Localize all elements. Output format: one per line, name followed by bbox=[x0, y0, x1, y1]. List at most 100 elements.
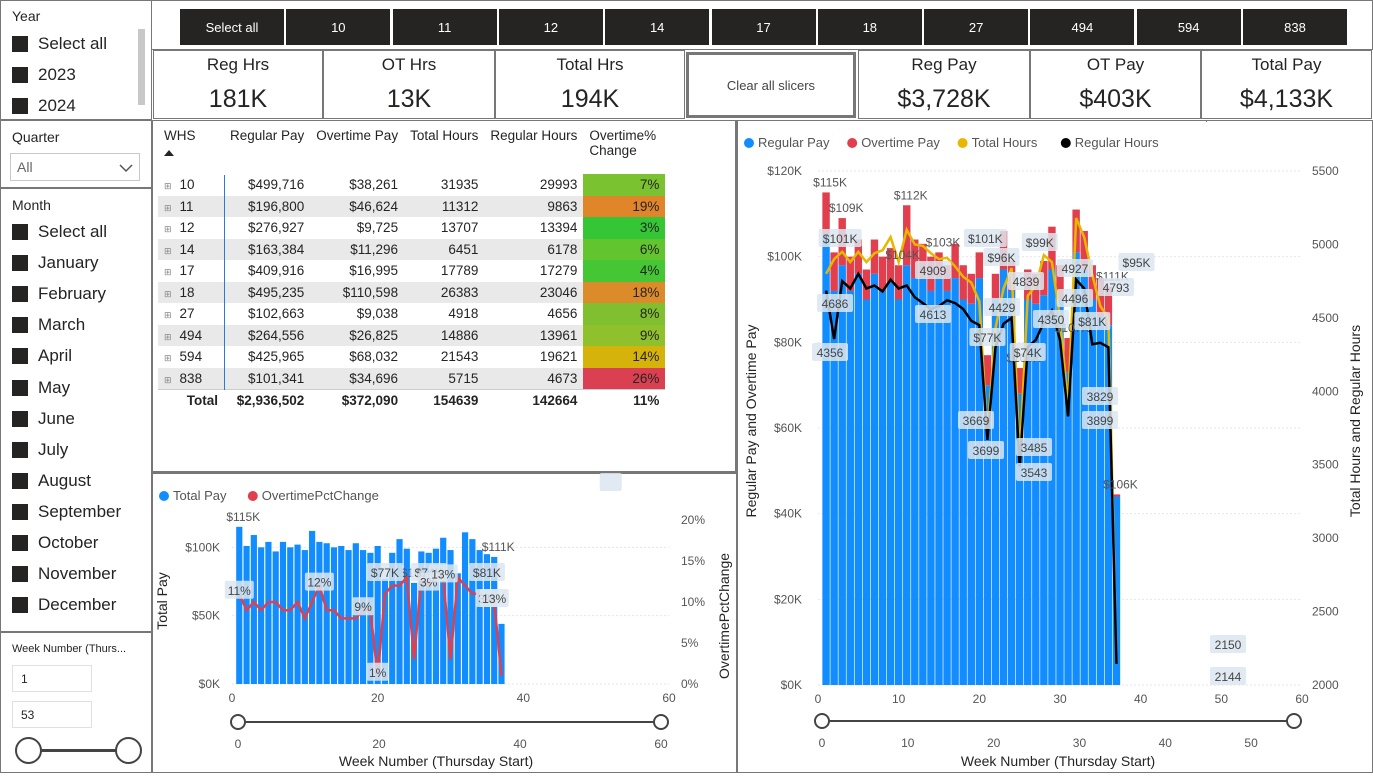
checkbox[interactable] bbox=[12, 503, 28, 520]
table-row[interactable]: ⊞ 594 $425,965 $68,032 21543 19621 14% bbox=[158, 346, 666, 368]
kpi-label: Reg Pay bbox=[911, 55, 977, 74]
year-option-2023[interactable]: 2023 bbox=[12, 64, 76, 86]
range-tick-label: 40 bbox=[513, 737, 527, 751]
legend-label: Regular Hours bbox=[1075, 135, 1159, 150]
warehouse-button-12[interactable]: 12 bbox=[498, 9, 603, 45]
warehouse-button-594[interactable]: 594 bbox=[1136, 9, 1241, 45]
col-header-overtime-pct[interactable]: Overtime% Change bbox=[583, 126, 665, 174]
col-header-regular-pay[interactable]: Regular Pay bbox=[224, 126, 310, 174]
table-row[interactable]: ⊞ 17 $409,916 $16,995 17789 17279 4% bbox=[158, 260, 666, 282]
x-tick-label: 60 bbox=[1295, 692, 1309, 706]
table-row[interactable]: ⊞ 838 $101,341 $34,696 5715 4673 26% bbox=[158, 367, 666, 389]
checkbox[interactable] bbox=[12, 441, 28, 458]
table-row[interactable]: ⊞ 11 $196,800 $46,624 11312 9863 19% bbox=[158, 195, 666, 217]
checkbox[interactable] bbox=[12, 566, 28, 583]
range-tick-label: 20 bbox=[987, 736, 1001, 750]
kpi-label: OT Pay bbox=[1086, 55, 1145, 74]
checkbox[interactable] bbox=[12, 317, 28, 334]
table-row[interactable]: ⊞ 14 $163,384 $11,296 6451 6178 6% bbox=[158, 238, 666, 260]
week-to-input[interactable]: 53 bbox=[12, 701, 92, 728]
checkbox[interactable] bbox=[12, 255, 28, 272]
expand-icon[interactable]: ⊞ bbox=[164, 224, 172, 234]
pct-data-label: 12% bbox=[307, 576, 331, 590]
warehouse-matrix: WHS Regular Pay Overtime Pay Total Hours… bbox=[158, 126, 666, 411]
table-row[interactable]: ⊞ 18 $495,235 $110,598 26383 23046 18% bbox=[158, 281, 666, 303]
table-row[interactable]: ⊞ 12 $276,927 $9,725 13707 13394 3% bbox=[158, 217, 666, 239]
range-end-handle[interactable] bbox=[1286, 713, 1302, 729]
month-option-select-all[interactable]: Select all bbox=[12, 221, 107, 243]
header-label: WHS bbox=[164, 128, 196, 143]
col-header-total-hours[interactable]: Total Hours bbox=[404, 126, 484, 174]
month-option-january[interactable]: January bbox=[12, 252, 98, 274]
cell-th: 14886 bbox=[404, 324, 485, 346]
table-row[interactable]: ⊞ 494 $264,556 $26,825 14886 13961 9% bbox=[158, 324, 666, 346]
warehouse-button-14[interactable]: 14 bbox=[605, 9, 710, 45]
month-option-october[interactable]: October bbox=[12, 532, 98, 554]
week-from-input[interactable]: 1 bbox=[12, 665, 92, 692]
expand-icon[interactable]: ⊞ bbox=[164, 246, 172, 256]
range-end-handle[interactable] bbox=[653, 714, 669, 730]
month-option-may[interactable]: May bbox=[12, 377, 70, 399]
month-option-august[interactable]: August bbox=[12, 470, 91, 492]
expand-icon[interactable]: ⊞ bbox=[164, 375, 172, 385]
clear-all-slicers-button[interactable]: Clear all slicers bbox=[686, 52, 856, 118]
year-scrollbar[interactable] bbox=[138, 29, 145, 105]
month-option-september[interactable]: September bbox=[12, 501, 121, 523]
col-header-overtime-pay[interactable]: Overtime Pay bbox=[310, 126, 404, 174]
warehouse-button-18[interactable]: 18 bbox=[817, 9, 922, 45]
year-option-2024[interactable]: 2024 bbox=[12, 95, 76, 117]
checkbox[interactable] bbox=[12, 36, 28, 52]
range-start-handle[interactable] bbox=[814, 713, 830, 729]
checkbox[interactable] bbox=[12, 597, 28, 614]
col-header-regular-hours[interactable]: Regular Hours bbox=[484, 126, 583, 174]
warehouse-button-10[interactable]: 10 bbox=[286, 9, 391, 45]
month-option-july[interactable]: July bbox=[12, 439, 68, 461]
cell-th: 21543 bbox=[440, 349, 479, 365]
month-option-february[interactable]: February bbox=[12, 283, 106, 305]
checkbox[interactable] bbox=[12, 472, 28, 489]
expand-icon[interactable]: ⊞ bbox=[164, 353, 172, 363]
month-option-march[interactable]: March bbox=[12, 314, 85, 336]
month-option-december[interactable]: December bbox=[12, 594, 116, 616]
warehouse-button-17[interactable]: 17 bbox=[711, 9, 816, 45]
kpi-total-pay: Total Pay $4,133K bbox=[1201, 50, 1372, 119]
bar-overtime-pay bbox=[975, 252, 984, 279]
total-pay-chart: Total Pay OvertimePctChange $0K $50K $100K 0%… bbox=[154, 473, 732, 769]
week-range-start-handle[interactable] bbox=[15, 737, 42, 764]
table-row[interactable]: ⊞ 10 $499,716 $38,261 31935 29993 7% bbox=[158, 174, 666, 196]
y-tick-label: $50K bbox=[192, 609, 220, 623]
legend-marker bbox=[847, 138, 858, 148]
checkbox[interactable] bbox=[12, 286, 28, 303]
col-header-whs[interactable]: WHS bbox=[158, 126, 224, 174]
checkbox[interactable] bbox=[12, 348, 28, 365]
expand-icon[interactable]: ⊞ bbox=[164, 267, 172, 277]
checkbox[interactable] bbox=[12, 535, 28, 551]
checkbox[interactable] bbox=[12, 379, 28, 396]
table-row[interactable]: ⊞ 27 $102,663 $9,038 4918 4656 8% bbox=[158, 303, 666, 325]
expand-icon[interactable]: ⊞ bbox=[164, 203, 172, 213]
y2-tick-label: 10% bbox=[681, 595, 705, 609]
range-start-handle[interactable] bbox=[230, 714, 246, 730]
checkbox[interactable] bbox=[12, 98, 28, 114]
warehouse-button-838[interactable]: 838 bbox=[1243, 9, 1347, 45]
month-option-november[interactable]: November bbox=[12, 563, 116, 585]
expand-icon[interactable]: ⊞ bbox=[164, 181, 172, 191]
quarter-dropdown[interactable]: All bbox=[10, 153, 140, 181]
warehouse-button-27[interactable]: 27 bbox=[924, 9, 1029, 45]
checkbox[interactable] bbox=[12, 67, 28, 83]
checkbox[interactable] bbox=[12, 410, 28, 427]
expand-icon[interactable]: ⊞ bbox=[164, 332, 172, 342]
month-option-april[interactable]: April bbox=[12, 345, 72, 367]
month-option-june[interactable]: June bbox=[12, 408, 75, 430]
year-option-select-all[interactable]: Select all bbox=[12, 33, 107, 55]
expand-icon[interactable]: ⊞ bbox=[164, 289, 172, 299]
week-range-end-handle[interactable] bbox=[115, 737, 142, 764]
range-tick-label: 10 bbox=[901, 736, 915, 750]
warehouse-button-494[interactable]: 494 bbox=[1030, 9, 1135, 45]
warehouse-button-11[interactable]: 11 bbox=[392, 9, 497, 45]
cell-ot: $34,696 bbox=[310, 367, 405, 389]
expand-icon[interactable]: ⊞ bbox=[164, 310, 172, 320]
warehouse-button-select-all[interactable]: Select all bbox=[180, 9, 284, 45]
year-slicer: Year Select all 2023 2024 bbox=[0, 0, 152, 120]
checkbox[interactable] bbox=[12, 224, 28, 240]
